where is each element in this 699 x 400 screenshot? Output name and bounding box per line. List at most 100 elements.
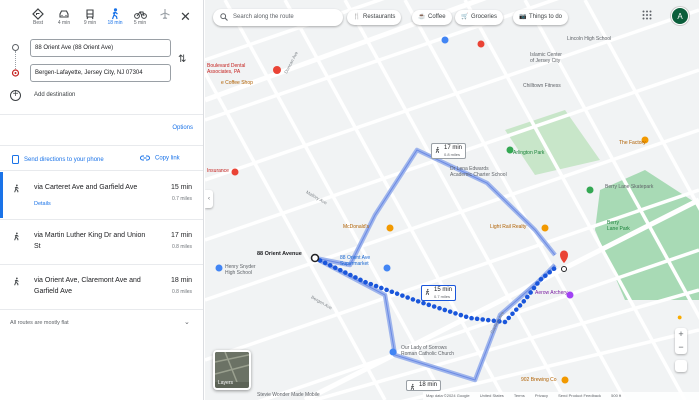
origin-map-label: 88 Orient Avenue [257,251,302,257]
route-time: 18 min [170,277,192,284]
flat-routes-note: All routes are mostly flat [10,320,69,326]
close-icon[interactable]: ✕ [180,10,191,23]
mode-walk[interactable]: 18 min [103,8,127,34]
divider [0,264,203,265]
walk-icon [410,383,415,391]
avatar[interactable]: A [671,7,689,25]
bike-icon [133,11,147,19]
apps-grid-icon[interactable] [642,10,652,20]
place-label[interactable]: Boulevard Dental Associates, PA [207,63,245,75]
satellite-thumbnail [215,352,249,383]
destination-pin-icon [11,69,20,77]
privacy-link[interactable]: Privacy [535,393,548,398]
zoom-controls[interactable]: + − [675,328,687,354]
phone-icon [12,155,19,164]
route-via: via Carteret Ave and Garfield Ave [34,184,138,191]
place-label[interactable]: Henry Snyder High School [225,264,256,276]
route-time-tag[interactable]: 18 min [406,380,442,391]
place-label[interactable]: e Coffee Shop [221,80,253,86]
route-connector [15,51,16,69]
feedback-link[interactable]: Send Product Feedback [558,393,601,398]
place-label[interactable]: Arlington Park [513,150,544,156]
route-time: 15 min [170,184,192,191]
mode-car[interactable]: 4 min [52,8,76,34]
walk-icon [435,146,440,154]
copy-link-label: Copy link [155,155,180,162]
route-details-link[interactable]: Details [34,201,51,207]
walk-icon [14,184,19,193]
layers-label: Layers [218,380,234,386]
swap-icon[interactable]: ⇅ [178,54,186,65]
mode-label: 5 min [133,20,147,26]
place-label[interactable]: 902 Brewing Co [521,377,557,383]
place-label[interactable]: Light Rail Realty [490,224,526,230]
zoom-out-icon[interactable]: − [675,341,687,354]
chip-coffee[interactable]: ☕ Coffee [412,10,452,25]
route-time-tag[interactable]: 17 min 0.8 miles [431,143,467,159]
route-option-3[interactable]: via Orient Ave, Claremont Ave and Garfie… [0,275,203,309]
pegman-icon[interactable]: ● [677,312,682,322]
tag-time: 15 min [434,287,453,293]
mode-flight[interactable] [153,8,177,34]
copy-link-button[interactable]: Copy link [140,155,180,162]
map-view[interactable]: ‹ Search along the route 🍴 Restaurants ☕ C… [205,0,699,400]
place-label[interactable]: Berry Lane Park [607,220,630,232]
restaurant-icon: 🍴 [353,14,361,20]
mode-best[interactable]: Best [26,8,50,34]
place-label[interactable]: Stevie Wonder Made Mobile [257,392,320,398]
region-label[interactable]: United States [480,393,504,398]
place-label[interactable]: Lincoln High School [567,36,611,42]
send-directions-button[interactable]: Send directions to your phone [12,155,104,164]
scale-label: 500 ft [611,393,622,398]
route-via: via Martin Luther King Dr and Union St [34,232,146,250]
my-location-button[interactable] [675,360,687,372]
travel-mode-bar: Best 4 min 9 min 18 min 5 min [0,8,203,34]
map-data-credit: Map data ©2024 Google [426,393,470,398]
mode-label: Best [32,20,43,26]
tag-time: 18 min [419,382,438,388]
chip-things-to-do[interactable]: 📷 Things to do [513,10,569,25]
route-time-tag-selected[interactable]: 15 min 0.7 miles [421,285,457,301]
destination-input[interactable]: Bergen-Lafayette, Jersey City, NJ 07304 [30,64,171,82]
chip-groceries[interactable]: 🛒 Groceries [455,10,504,25]
search-along-route-input[interactable]: Search along the route [213,9,343,26]
place-label[interactable]: The Factory [619,140,646,146]
place-label[interactable]: 88 Orient Ave Supermarket [340,255,370,267]
walk-icon [425,288,430,296]
divider [0,219,203,220]
place-label[interactable]: Chilltown Fitness [523,83,561,89]
map-footer: Map data ©2024 Google United States Term… [423,392,699,400]
zoom-in-icon[interactable]: + [675,328,687,341]
place-label[interactable]: Our Lady of Sorrows Roman Catholic Churc… [401,345,454,357]
chip-restaurants[interactable]: 🍴 Restaurants [347,10,402,25]
origin-marker [310,253,320,263]
route-time: 17 min [170,232,192,239]
collapse-panel-button[interactable]: ‹ [205,190,213,208]
send-directions-label: Send directions to your phone [24,157,104,164]
mode-transit[interactable]: 9 min [78,8,102,34]
tag-distance: 0.8 miles [444,152,461,157]
mode-bike[interactable]: 5 min [128,8,152,34]
place-label[interactable]: McDonald's [343,224,369,230]
search-placeholder: Search along the route [233,14,294,20]
place-label[interactable]: Berry Lane Skatepark [605,184,653,190]
route-option-1[interactable]: via Carteret Ave and Garfield Ave 15 min… [0,172,203,222]
tag-distance: 0.7 miles [434,294,451,299]
place-label[interactable]: Insurance [207,168,229,174]
place-label[interactable]: Dr Lena Edwards Academic Charter School [450,166,507,178]
origin-dot-icon [12,44,19,51]
layers-button[interactable]: Layers [213,350,251,390]
chip-label: Restaurants [363,14,396,20]
chevron-down-icon[interactable]: ⌄ [184,318,190,326]
chip-label: Coffee [428,14,446,20]
place-label[interactable]: Aerow Archery [535,290,568,296]
route-option-2[interactable]: via Martin Luther King Dr and Union St 1… [0,230,203,264]
destination-marker [560,250,568,263]
divider [0,309,203,310]
origin-input[interactable]: 88 Orient Ave (88 Orient Ave) [30,39,171,57]
options-button[interactable]: Options [172,125,193,131]
mode-label: 4 min [57,20,71,26]
terms-link[interactable]: Terms [514,393,525,398]
link-icon [140,155,150,161]
place-label[interactable]: Islamic Center of Jersey City [530,52,562,64]
